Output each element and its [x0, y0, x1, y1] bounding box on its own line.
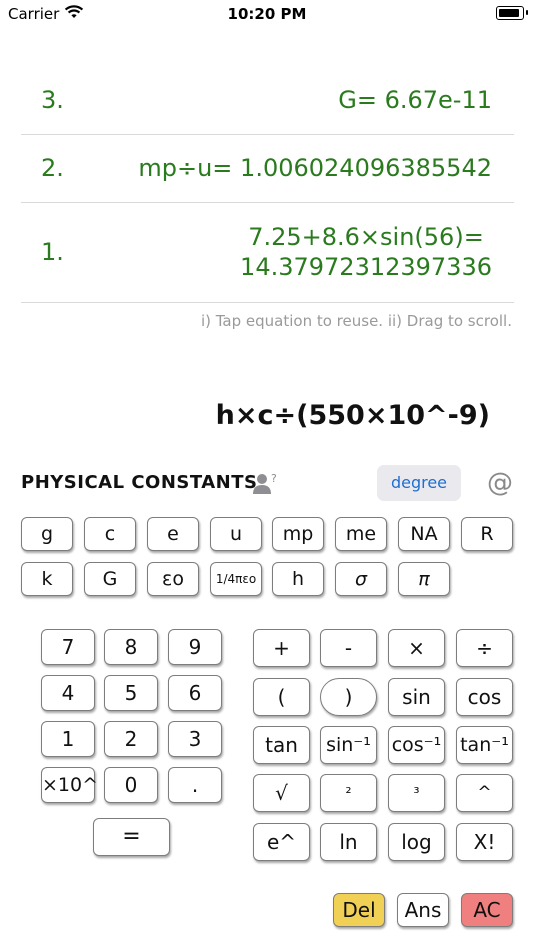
key-sin[interactable]: sin — [388, 678, 445, 716]
key-divide[interactable]: ÷ — [456, 629, 513, 667]
key-decimal[interactable]: . — [168, 767, 222, 803]
key-arctan[interactable]: tan⁻¹ — [456, 726, 513, 764]
history-equation[interactable]: 7.25+8.6×sin(56)= 14.37972312397336 — [240, 222, 492, 282]
history-row-2[interactable]: 2. mp÷u= 1.006024096385542 — [21, 135, 514, 203]
key-1[interactable]: 1 — [41, 721, 95, 757]
constants-title: PHYSICAL CONSTANTS — [21, 472, 258, 493]
key-log[interactable]: log — [388, 823, 445, 861]
key-square[interactable]: ² — [320, 774, 377, 812]
key-4[interactable]: 4 — [41, 675, 95, 711]
history-index: 1. — [41, 238, 64, 266]
key-times-ten-power[interactable]: ×10^ — [41, 767, 98, 803]
key-3[interactable]: 3 — [168, 721, 222, 757]
svg-text:?: ? — [271, 472, 277, 485]
const-epsilon0[interactable]: εo — [147, 562, 199, 596]
key-equals[interactable]: = — [93, 818, 170, 856]
degree-toggle[interactable]: degree — [377, 465, 461, 501]
key-exp[interactable]: e^ — [253, 823, 310, 861]
key-8[interactable]: 8 — [104, 629, 158, 665]
key-2[interactable]: 2 — [104, 721, 158, 757]
key-close-paren[interactable]: ) — [320, 678, 377, 716]
const-g[interactable]: g — [21, 517, 73, 551]
key-5[interactable]: 5 — [104, 675, 158, 711]
person-question-icon[interactable]: ? — [253, 472, 279, 496]
history-equation[interactable]: mp÷u= 1.006024096385542 — [138, 153, 492, 183]
history-index: 2. — [41, 154, 64, 182]
expression-display: h×c÷(550×10^-9) — [215, 400, 490, 431]
key-cube[interactable]: ³ — [388, 774, 445, 812]
const-mp[interactable]: mp — [272, 517, 324, 551]
const-r[interactable]: R — [461, 517, 513, 551]
delete-button[interactable]: Del — [333, 893, 385, 927]
history-equation-line: 7.25+8.6×sin(56)= — [248, 223, 484, 251]
const-u[interactable]: u — [210, 517, 262, 551]
history-index: 3. — [41, 86, 64, 114]
key-arccos[interactable]: cos⁻¹ — [388, 726, 445, 764]
history-equation-result: 14.37972312397336 — [240, 253, 492, 281]
all-clear-button[interactable]: AC — [461, 893, 513, 927]
key-cos[interactable]: cos — [456, 678, 513, 716]
key-ln[interactable]: ln — [320, 823, 377, 861]
key-factorial[interactable]: X! — [456, 823, 513, 861]
key-power[interactable]: ^ — [456, 774, 513, 812]
key-tan[interactable]: tan — [253, 726, 310, 764]
history-equation[interactable]: G= 6.67e-11 — [338, 85, 492, 115]
battery-icon — [496, 6, 524, 20]
battery-tip — [526, 10, 528, 15]
history-list[interactable]: 3. G= 6.67e-11 2. mp÷u= 1.00602409638554… — [21, 66, 514, 303]
usage-hint: i) Tap equation to reuse. ii) Drag to sc… — [200, 312, 512, 330]
key-plus[interactable]: + — [253, 629, 310, 667]
const-pi[interactable]: π — [398, 562, 450, 596]
key-9[interactable]: 9 — [168, 629, 222, 665]
history-row-3[interactable]: 3. G= 6.67e-11 — [21, 66, 514, 135]
const-sigma[interactable]: σ — [335, 562, 387, 596]
const-big-g[interactable]: G — [84, 562, 136, 596]
key-minus[interactable]: - — [320, 629, 377, 667]
history-row-1[interactable]: 1. 7.25+8.6×sin(56)= 14.37972312397336 — [21, 203, 514, 303]
const-coulomb[interactable]: 1/4πεo — [210, 562, 262, 596]
key-0[interactable]: 0 — [104, 767, 158, 803]
const-e[interactable]: e — [147, 517, 199, 551]
key-6[interactable]: 6 — [168, 675, 222, 711]
const-k[interactable]: k — [21, 562, 73, 596]
key-7[interactable]: 7 — [41, 629, 95, 665]
clock: 10:20 PM — [227, 5, 307, 23]
at-button[interactable]: @ — [487, 468, 513, 498]
const-c[interactable]: c — [84, 517, 136, 551]
key-multiply[interactable]: × — [388, 629, 445, 667]
const-h[interactable]: h — [272, 562, 324, 596]
key-arcsin[interactable]: sin⁻¹ — [320, 726, 377, 764]
ans-button[interactable]: Ans — [397, 893, 449, 927]
status-bar: Carrier 10:20 PM — [0, 0, 534, 30]
key-sqrt[interactable]: √ — [253, 774, 310, 812]
key-open-paren[interactable]: ( — [253, 678, 310, 716]
const-me[interactable]: me — [335, 517, 387, 551]
const-na[interactable]: NA — [398, 517, 450, 551]
